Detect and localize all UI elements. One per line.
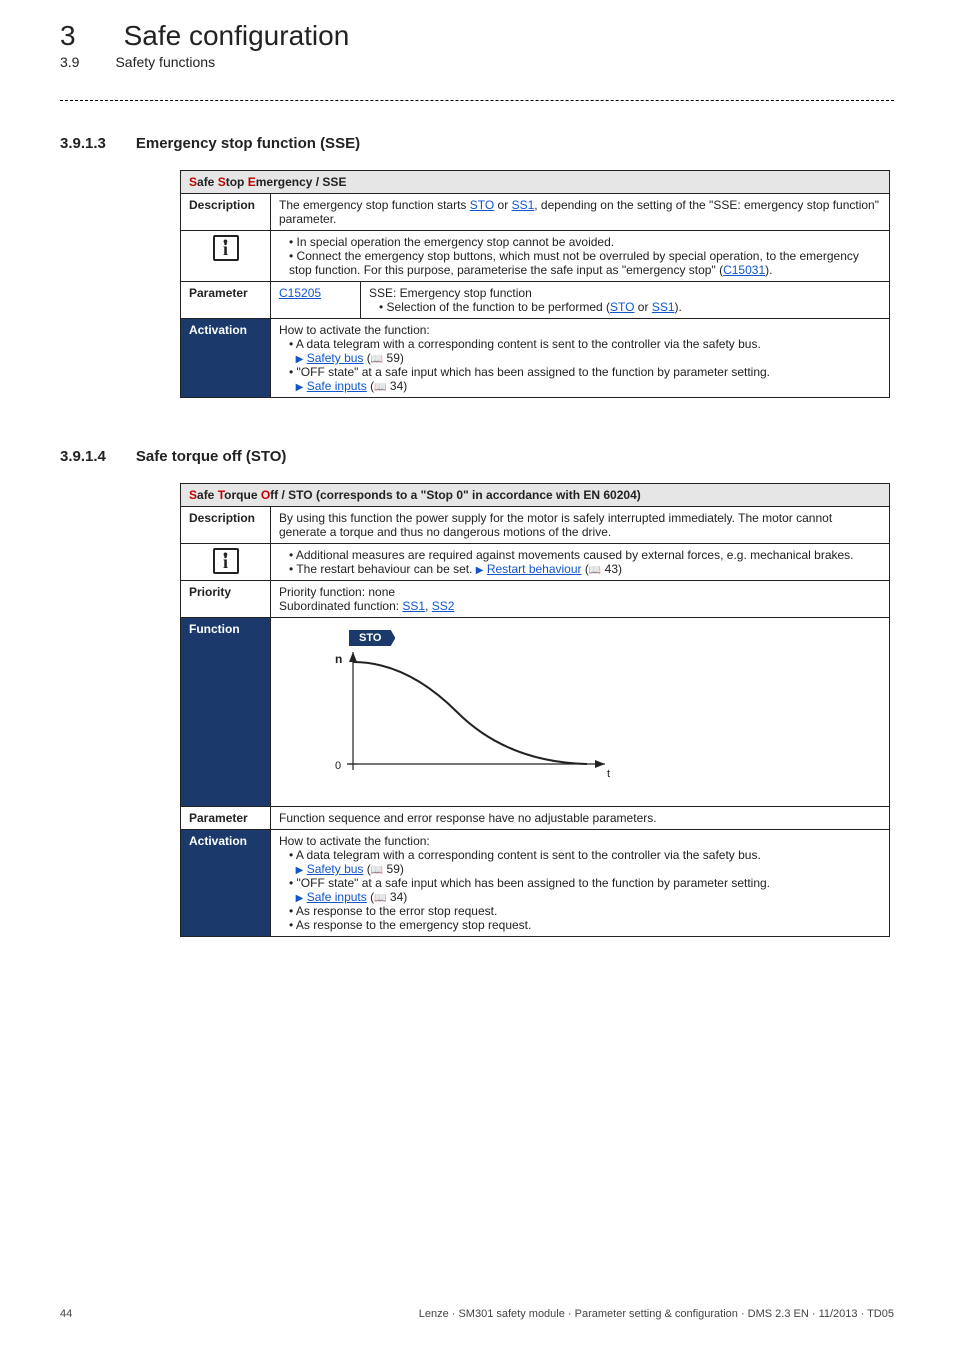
triangle-icon: ▶ bbox=[296, 893, 304, 904]
link-sto[interactable]: STO bbox=[470, 198, 494, 212]
sse-description-text: The emergency stop function starts STO o… bbox=[271, 194, 890, 231]
triangle-icon: ▶ bbox=[296, 865, 304, 876]
divider-dashes bbox=[60, 100, 894, 101]
sse-info-bullet-2: Connect the emergency stop buttons, whic… bbox=[289, 249, 881, 277]
sse-info-row: i In special operation the emergency sto… bbox=[181, 231, 890, 282]
triangle-icon: ▶ bbox=[296, 382, 304, 393]
sse-activation-text: How to activate the function: A data tel… bbox=[271, 319, 890, 398]
sto-curve-svg bbox=[347, 652, 617, 782]
sse-activation-row: Activation How to activate the function:… bbox=[181, 319, 890, 398]
link-safety-bus-2[interactable]: Safety bus bbox=[307, 862, 364, 876]
link-c15031[interactable]: C15031 bbox=[723, 263, 765, 277]
book-icon bbox=[374, 379, 386, 393]
sto-parameter-label: Parameter bbox=[181, 807, 271, 830]
sse-act-bullet-1: A data telegram with a corresponding con… bbox=[289, 337, 881, 365]
sto-description-row: Description By using this function the p… bbox=[181, 507, 890, 544]
sto-act-bullet-2: "OFF state" at a safe input which has be… bbox=[289, 876, 881, 904]
link-safe-inputs[interactable]: Safe inputs bbox=[307, 379, 367, 393]
book-icon bbox=[589, 562, 601, 576]
sse-parameter-label: Parameter bbox=[181, 282, 271, 319]
link-safety-bus[interactable]: Safety bus bbox=[307, 351, 364, 365]
link-ss1-2[interactable]: SS1 bbox=[652, 300, 675, 314]
sto-function-label: Function bbox=[181, 618, 271, 807]
sto-title-row: Safe Torque Off / STO (corresponds to a … bbox=[181, 484, 890, 507]
link-c15205[interactable]: C15205 bbox=[279, 286, 321, 300]
sto-title-cell: Safe Torque Off / STO (corresponds to a … bbox=[181, 484, 890, 507]
sse-parameter-desc: SSE: Emergency stop function Selection o… bbox=[361, 282, 890, 319]
sto-activation-row: Activation How to activate the function:… bbox=[181, 830, 890, 937]
sse-description-row: Description The emergency stop function … bbox=[181, 194, 890, 231]
section-number: 3.9 bbox=[60, 54, 79, 70]
sse-parameter-row: Parameter C15205 SSE: Emergency stop fun… bbox=[181, 282, 890, 319]
link-restart-behaviour[interactable]: Restart behaviour bbox=[487, 562, 582, 576]
sto-act-bullet-4: As response to the emergency stop reques… bbox=[289, 918, 881, 932]
sse-info-icon-cell: i bbox=[181, 231, 271, 282]
info-icon: i bbox=[213, 548, 239, 574]
link-ss2[interactable]: SS2 bbox=[432, 599, 455, 613]
link-safe-inputs-2[interactable]: Safe inputs bbox=[307, 890, 367, 904]
sse-title-cell: Safe Stop Emergency / SSE bbox=[181, 171, 890, 194]
sto-priority-label: Priority bbox=[181, 581, 271, 618]
sse-title-row: Safe Stop Emergency / SSE bbox=[181, 171, 890, 194]
axis-zero-label: 0 bbox=[335, 760, 341, 772]
sto-parameter-row: Parameter Function sequence and error re… bbox=[181, 807, 890, 830]
link-ss1-3[interactable]: SS1 bbox=[402, 599, 425, 613]
sse-parameter-bullet: Selection of the function to be performe… bbox=[379, 300, 881, 314]
link-ss1[interactable]: SS1 bbox=[512, 198, 535, 212]
sto-parameter-text: Function sequence and error response hav… bbox=[271, 807, 890, 830]
triangle-icon: ▶ bbox=[476, 565, 484, 576]
page-number: 44 bbox=[60, 1308, 72, 1320]
sse-info-text: In special operation the emergency stop … bbox=[271, 231, 890, 282]
sse-table: Safe Stop Emergency / SSE Description Th… bbox=[180, 170, 890, 398]
page-footer: 44 Lenze · SM301 safety module · Paramet… bbox=[60, 1308, 894, 1320]
subsection-sse: 3.9.1.3 Emergency stop function (SSE) bbox=[60, 135, 894, 152]
sto-table: Safe Torque Off / STO (corresponds to a … bbox=[180, 483, 890, 937]
subsection-number: 3.9.1.3 bbox=[60, 135, 106, 152]
sto-act-bullet-3: As response to the error stop request. bbox=[289, 904, 881, 918]
book-icon bbox=[371, 351, 383, 365]
sto-function-row: Function STO n 0 t bbox=[181, 618, 890, 807]
info-icon: i bbox=[213, 235, 239, 261]
link-sto-2[interactable]: STO bbox=[610, 300, 634, 314]
sto-info-row: i Additional measures are required again… bbox=[181, 544, 890, 581]
sto-graph-label: STO bbox=[349, 630, 395, 646]
sse-act-bullet-2: "OFF state" at a safe input which has be… bbox=[289, 365, 881, 393]
sto-description-label: Description bbox=[181, 507, 271, 544]
sto-info-icon-cell: i bbox=[181, 544, 271, 581]
sto-info-bullet-1: Additional measures are required against… bbox=[289, 548, 881, 562]
sto-activation-label: Activation bbox=[181, 830, 271, 937]
subsection-title: Safe torque off (STO) bbox=[136, 448, 287, 465]
triangle-icon: ▶ bbox=[296, 354, 304, 365]
sto-info-bullet-2: The restart behaviour can be set. ▶ Rest… bbox=[289, 562, 881, 576]
sto-act-bullet-1: A data telegram with a corresponding con… bbox=[289, 848, 881, 876]
section-title: Safety functions bbox=[115, 54, 215, 70]
chapter-header: 3 Safe configuration bbox=[60, 20, 894, 52]
subsection-number: 3.9.1.4 bbox=[60, 448, 106, 465]
book-icon bbox=[374, 890, 386, 904]
sto-function-graph-cell: STO n 0 t bbox=[271, 618, 890, 807]
sto-activation-text: How to activate the function: A data tel… bbox=[271, 830, 890, 937]
chapter-number: 3 bbox=[60, 20, 76, 52]
sto-priority-text: Priority function: none Subordinated fun… bbox=[271, 581, 890, 618]
footer-info: Lenze · SM301 safety module · Parameter … bbox=[419, 1308, 894, 1320]
book-icon bbox=[371, 862, 383, 876]
subsection-sto: 3.9.1.4 Safe torque off (STO) bbox=[60, 448, 894, 465]
subsection-title: Emergency stop function (SSE) bbox=[136, 135, 360, 152]
section-header: 3.9 Safety functions bbox=[60, 54, 894, 70]
sto-priority-row: Priority Priority function: none Subordi… bbox=[181, 581, 890, 618]
sto-graph: STO n 0 t bbox=[279, 622, 639, 802]
sse-parameter-link-cell: C15205 bbox=[271, 282, 361, 319]
sse-description-label: Description bbox=[181, 194, 271, 231]
chapter-title: Safe configuration bbox=[124, 20, 350, 52]
sto-description-text: By using this function the power supply … bbox=[271, 507, 890, 544]
sse-activation-label: Activation bbox=[181, 319, 271, 398]
axis-n-label: n bbox=[335, 652, 342, 666]
sse-info-bullet-1: In special operation the emergency stop … bbox=[289, 235, 881, 249]
sto-info-text: Additional measures are required against… bbox=[271, 544, 890, 581]
